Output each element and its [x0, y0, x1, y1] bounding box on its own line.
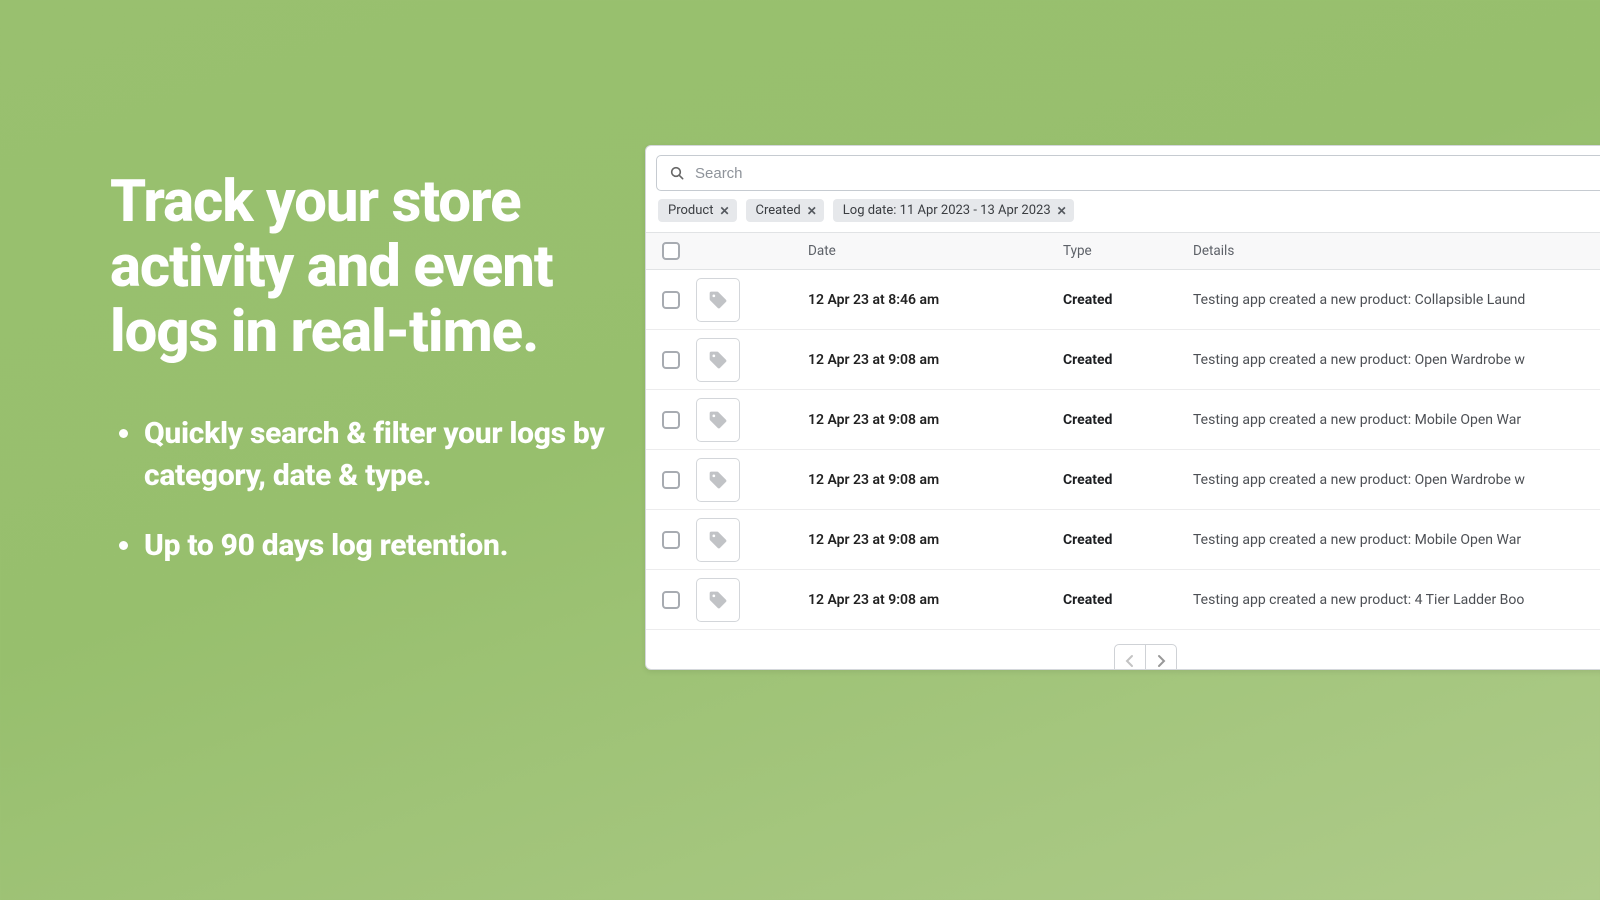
row-type: Created [1063, 412, 1193, 428]
filter-chip-created[interactable]: Created ✕ [746, 199, 824, 222]
row-checkbox[interactable] [662, 351, 680, 369]
row-details: Testing app created a new product: Open … [1193, 472, 1600, 488]
table-row[interactable]: 12 Apr 23 at 9:08 amCreatedTesting app c… [646, 570, 1600, 630]
tag-icon[interactable] [696, 398, 740, 442]
search-input[interactable] [695, 165, 1600, 182]
search-box[interactable] [656, 155, 1600, 191]
col-type[interactable]: Type [1063, 243, 1193, 259]
search-icon [669, 165, 685, 181]
table-row[interactable]: 12 Apr 23 at 8:46 amCreatedTesting app c… [646, 270, 1600, 330]
row-type: Created [1063, 352, 1193, 368]
prev-page-button[interactable] [1114, 644, 1146, 670]
filter-chips: Product ✕ Created ✕ Log date: 11 Apr 202… [646, 191, 1600, 232]
row-checkbox[interactable] [662, 591, 680, 609]
col-details[interactable]: Details [1193, 243, 1600, 259]
select-all-checkbox[interactable] [662, 242, 680, 260]
close-icon[interactable]: ✕ [719, 204, 729, 218]
pagination [646, 630, 1600, 670]
row-type: Created [1063, 592, 1193, 608]
search-row [646, 146, 1600, 191]
chip-label: Log date: 11 Apr 2023 - 13 Apr 2023 [843, 203, 1051, 218]
logs-panel: Product ✕ Created ✕ Log date: 11 Apr 202… [645, 145, 1600, 670]
tag-icon[interactable] [696, 458, 740, 502]
row-details: Testing app created a new product: Mobil… [1193, 412, 1600, 428]
hero-copy: Track your store activity and event logs… [110, 170, 610, 595]
row-checkbox[interactable] [662, 531, 680, 549]
hero-bullet: Up to 90 days log retention. [144, 525, 610, 567]
chip-label: Product [668, 203, 713, 218]
table-row[interactable]: 12 Apr 23 at 9:08 amCreatedTesting app c… [646, 390, 1600, 450]
table-body: 12 Apr 23 at 8:46 amCreatedTesting app c… [646, 270, 1600, 630]
filter-chip-product[interactable]: Product ✕ [658, 199, 737, 222]
chip-label: Created [756, 203, 801, 218]
table-header: Date Type Details [646, 232, 1600, 270]
filter-chip-date-range[interactable]: Log date: 11 Apr 2023 - 13 Apr 2023 ✕ [833, 199, 1074, 222]
tag-icon[interactable] [696, 578, 740, 622]
row-checkbox[interactable] [662, 471, 680, 489]
tag-icon[interactable] [696, 278, 740, 322]
row-date: 12 Apr 23 at 9:08 am [808, 472, 1063, 488]
row-details: Testing app created a new product: Open … [1193, 352, 1600, 368]
row-date: 12 Apr 23 at 9:08 am [808, 352, 1063, 368]
tag-icon[interactable] [696, 518, 740, 562]
hero-bullet: Quickly search & filter your logs by cat… [144, 413, 610, 497]
next-page-button[interactable] [1145, 644, 1177, 670]
row-type: Created [1063, 472, 1193, 488]
tag-icon[interactable] [696, 338, 740, 382]
table-row[interactable]: 12 Apr 23 at 9:08 amCreatedTesting app c… [646, 510, 1600, 570]
chevron-left-icon [1125, 654, 1135, 668]
row-details: Testing app created a new product: Colla… [1193, 292, 1600, 308]
close-icon[interactable]: ✕ [1057, 204, 1067, 218]
row-date: 12 Apr 23 at 9:08 am [808, 592, 1063, 608]
row-date: 12 Apr 23 at 8:46 am [808, 292, 1063, 308]
row-type: Created [1063, 292, 1193, 308]
row-date: 12 Apr 23 at 9:08 am [808, 532, 1063, 548]
row-checkbox[interactable] [662, 411, 680, 429]
row-details: Testing app created a new product: 4 Tie… [1193, 592, 1600, 608]
close-icon[interactable]: ✕ [807, 204, 817, 218]
row-type: Created [1063, 532, 1193, 548]
col-date[interactable]: Date [808, 243, 1063, 259]
table-row[interactable]: 12 Apr 23 at 9:08 amCreatedTesting app c… [646, 330, 1600, 390]
row-checkbox[interactable] [662, 291, 680, 309]
row-details: Testing app created a new product: Mobil… [1193, 532, 1600, 548]
chevron-right-icon [1156, 654, 1166, 668]
table-row[interactable]: 12 Apr 23 at 9:08 amCreatedTesting app c… [646, 450, 1600, 510]
hero-bullets: Quickly search & filter your logs by cat… [110, 413, 610, 567]
hero-headline: Track your store activity and event logs… [110, 170, 610, 365]
row-date: 12 Apr 23 at 9:08 am [808, 412, 1063, 428]
